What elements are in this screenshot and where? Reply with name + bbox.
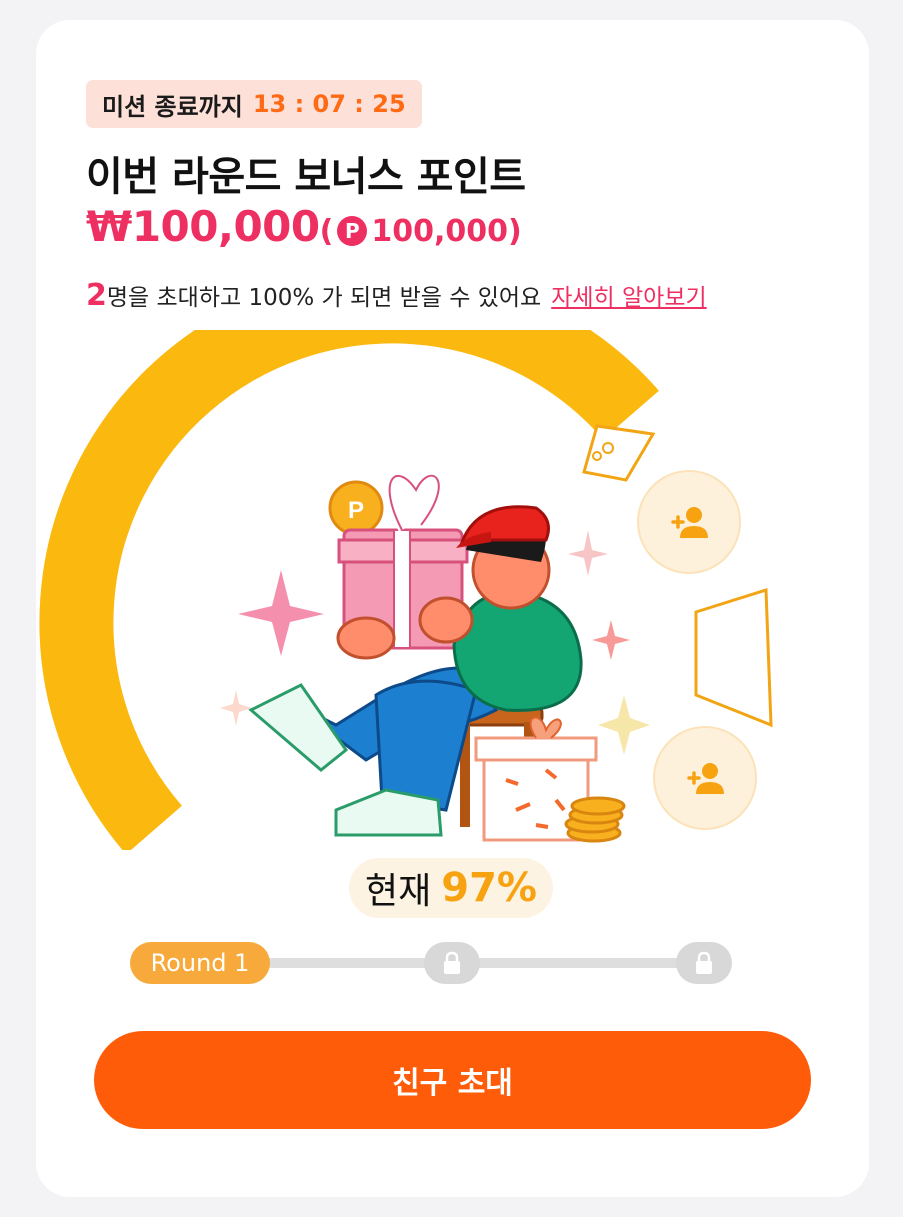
sparkle-decoration: [568, 530, 608, 576]
lock-icon: [696, 951, 712, 974]
round-3-locked: [676, 942, 732, 984]
description-text: 명을 초대하고 100% 가 되면 받을 수 있어요: [106, 285, 542, 311]
current-progress-value: 97%: [441, 865, 537, 911]
invite-count: 2: [86, 278, 107, 313]
current-progress-label: 현재: [365, 871, 432, 912]
invite-friend-button[interactable]: 친구 초대: [94, 1031, 811, 1129]
sparkle-decoration: [220, 690, 252, 726]
sparkle-decoration: [598, 695, 650, 755]
mission-timer-chip: 미션 종료까지 13 : 07 : 25: [86, 80, 422, 128]
round-2-locked: [424, 942, 480, 984]
learn-more-link[interactable]: 자세히 알아보기: [551, 278, 706, 312]
page-title: 이번 라운드 보너스 포인트: [86, 154, 526, 200]
gauge-next-segment: [694, 587, 773, 728]
add-person-icon: [687, 763, 724, 794]
invite-slot[interactable]: [637, 470, 741, 574]
point-icon: P: [337, 216, 368, 246]
round-1-badge: Round 1: [130, 942, 270, 984]
coin-icon: P: [328, 480, 384, 536]
bonus-paren-close: ): [507, 214, 522, 249]
lock-icon: [444, 951, 460, 974]
mission-card: 미션 종료까지 13 : 07 : 25 이번 라운드 보너스 포인트 ₩100…: [36, 20, 869, 1197]
invite-slot[interactable]: [653, 726, 757, 830]
coin-stack-icon: [564, 796, 626, 843]
sparkle-decoration: [592, 620, 630, 660]
add-person-icon: [671, 507, 708, 538]
svg-text:P: P: [348, 497, 364, 524]
bonus-amount: ₩100,000 ( P 100,000 ): [86, 202, 522, 251]
sparkle-decoration: [238, 570, 324, 656]
bonus-won: ₩100,000: [86, 202, 320, 251]
bonus-paren-open: (: [319, 214, 334, 249]
mission-description: 2 명을 초대하고 100% 가 되면 받을 수 있어요 자세히 알아보기: [86, 278, 707, 313]
timer-countdown: 13 : 07 : 25: [252, 90, 406, 118]
bonus-points: 100,000: [371, 214, 508, 249]
timer-label: 미션 종료까지: [102, 92, 243, 121]
current-progress-pill: 현재 97%: [349, 858, 553, 918]
